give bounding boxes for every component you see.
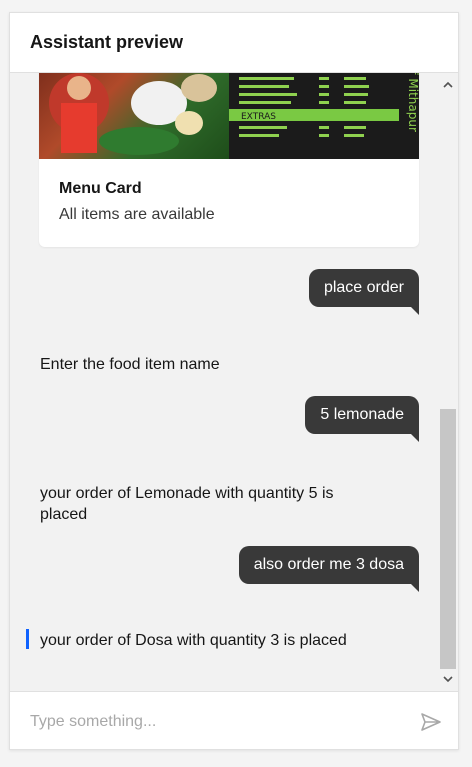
scroll-thumb[interactable] xyxy=(440,409,456,669)
menu-vertical-title: of Mithapur xyxy=(406,73,419,132)
menu-list-illustration: EXTRAS of Mithapur xyxy=(229,73,419,137)
chat-log[interactable]: EXTRAS of Mithapur Menu Card All items a… xyxy=(10,73,458,691)
card-subtitle: All items are available xyxy=(59,206,215,223)
user-message: place order xyxy=(308,269,420,315)
food-illustration xyxy=(49,73,217,155)
message-input[interactable] xyxy=(30,710,410,734)
menu-card-image: EXTRAS of Mithapur xyxy=(39,73,419,159)
send-icon[interactable] xyxy=(419,710,443,734)
menu-list-photo: EXTRAS of Mithapur xyxy=(229,73,419,159)
composer xyxy=(10,691,458,749)
menu-food-photo xyxy=(39,73,229,159)
chevron-down-icon[interactable] xyxy=(438,669,458,689)
header: Assistant preview xyxy=(10,13,458,73)
focus-indicator xyxy=(26,629,29,649)
menu-card[interactable]: EXTRAS of Mithapur Menu Card All items a… xyxy=(39,73,419,247)
user-message: 5 lemonade xyxy=(305,396,419,442)
assistant-panel: Assistant preview EXTRAS of Mithapur Men… xyxy=(9,12,459,750)
bot-message: Enter the food item name xyxy=(40,356,220,373)
card-title: Menu Card xyxy=(59,180,142,197)
bot-message: your order of Dosa with quantity 3 is pl… xyxy=(40,632,347,649)
page-title: Assistant preview xyxy=(30,32,184,52)
chat-scrollbar[interactable] xyxy=(438,73,458,691)
menu-extras-label: EXTRAS xyxy=(241,112,276,122)
bot-message: your order of Lemonade with quantity 5 i… xyxy=(40,485,334,523)
user-message: also order me 3 dosa xyxy=(238,546,420,592)
chevron-up-icon[interactable] xyxy=(438,75,458,95)
